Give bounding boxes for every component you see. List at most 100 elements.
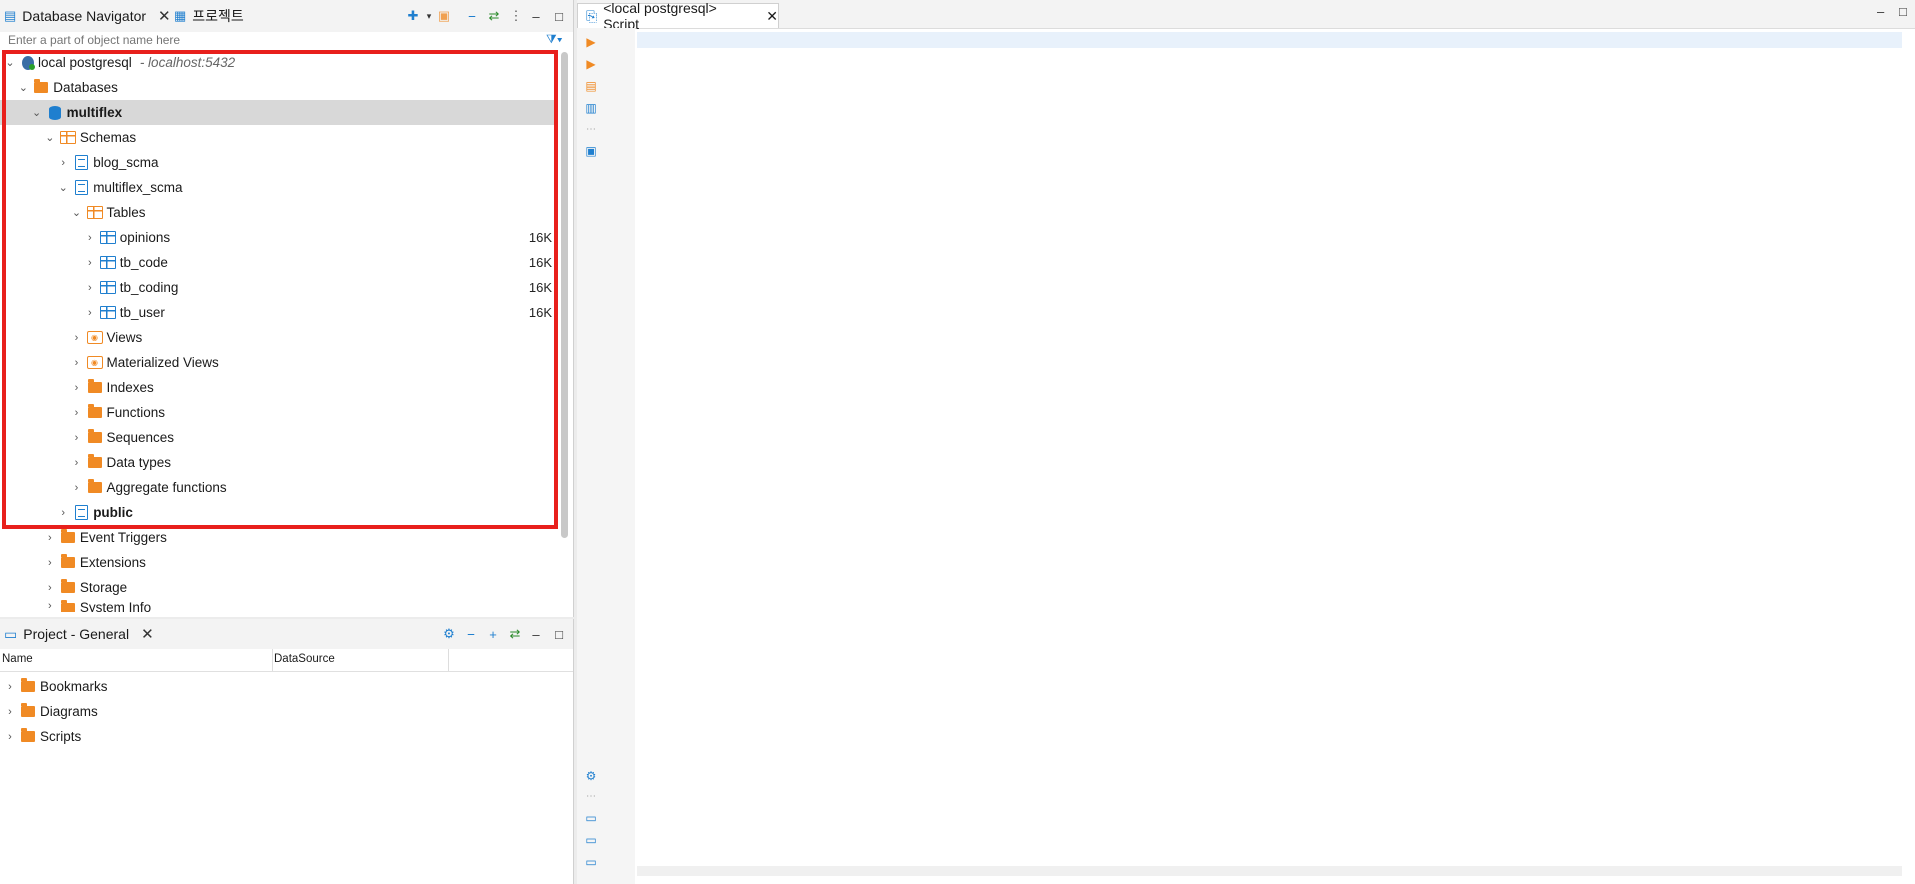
tree-row[interactable]: › Functions bbox=[0, 400, 558, 425]
chevron-right-icon[interactable]: › bbox=[44, 532, 56, 544]
link-editor-icon[interactable]: ⇄ bbox=[486, 8, 502, 24]
chevron-right-icon[interactable]: › bbox=[4, 706, 16, 718]
tree-row[interactable]: ⌄ multiflex bbox=[0, 100, 558, 125]
gear-icon[interactable]: ⚙ bbox=[584, 769, 598, 783]
expand-icon[interactable]: + bbox=[485, 626, 501, 642]
close-icon[interactable]: ✕ bbox=[141, 625, 154, 643]
chevron-right-icon[interactable]: › bbox=[4, 731, 16, 743]
tab-database-navigator[interactable]: ▤ Database Navigator ✕ bbox=[4, 0, 171, 32]
tree-row[interactable]: › public bbox=[0, 500, 558, 525]
tab-project-general[interactable]: ▭ Project - General ✕ bbox=[4, 619, 154, 649]
execute-in-new-tab-icon[interactable]: ▶ bbox=[584, 57, 598, 71]
minimize-icon[interactable]: – bbox=[528, 626, 544, 642]
editor-horizontal-scrollbar[interactable] bbox=[637, 866, 1902, 876]
chevron-right-icon[interactable]: › bbox=[44, 600, 56, 612]
project-item-bookmarks[interactable]: › Bookmarks bbox=[0, 674, 570, 699]
chevron-down-icon[interactable]: ⌄ bbox=[44, 131, 56, 144]
chevron-right-icon[interactable]: › bbox=[84, 307, 96, 319]
chevron-right-icon[interactable]: › bbox=[71, 432, 83, 444]
chevron-down-icon[interactable]: ▾ bbox=[421, 8, 437, 24]
chevron-down-icon[interactable]: ⌄ bbox=[71, 206, 83, 219]
chevron-right-icon[interactable]: › bbox=[71, 332, 83, 344]
tree-row[interactable]: › tb_code 16K bbox=[0, 250, 558, 275]
tree-row[interactable]: ⌄ Tables bbox=[0, 200, 558, 225]
column-name[interactable]: Name bbox=[2, 653, 33, 665]
tree-row[interactable]: › Storage bbox=[0, 575, 558, 600]
tree-row-label: Data types bbox=[106, 455, 172, 470]
collapse-icon[interactable]: ⎯ bbox=[463, 626, 479, 642]
chevron-right-icon[interactable]: › bbox=[4, 681, 16, 693]
chevron-right-icon[interactable]: › bbox=[44, 557, 56, 569]
chevron-down-icon[interactable]: ⌄ bbox=[57, 181, 69, 194]
sql-file-icon[interactable]: ▭ bbox=[584, 855, 598, 869]
more-icon[interactable]: ⋮ bbox=[508, 8, 524, 24]
tree-row[interactable]: › opinions 16K bbox=[0, 225, 558, 250]
chevron-right-icon[interactable]: › bbox=[44, 582, 56, 594]
tree-row[interactable]: › Event Triggers bbox=[0, 525, 558, 550]
chevron-right-icon[interactable]: › bbox=[84, 232, 96, 244]
chevron-right-icon[interactable]: › bbox=[71, 457, 83, 469]
execute-script-icon[interactable]: ▤ bbox=[584, 79, 598, 93]
maximize-icon[interactable]: □ bbox=[551, 8, 567, 24]
project-item-scripts[interactable]: › Scripts bbox=[0, 724, 570, 749]
close-icon[interactable]: ✕ bbox=[158, 7, 171, 25]
folder-icon bbox=[60, 554, 76, 571]
chevron-right-icon[interactable]: › bbox=[84, 257, 96, 269]
column-datasource[interactable]: DataSource bbox=[274, 653, 335, 665]
chevron-right-icon[interactable]: › bbox=[57, 507, 69, 519]
explain-plan-icon[interactable]: ▥ bbox=[584, 101, 598, 115]
chevron-down-icon[interactable]: ⌄ bbox=[31, 106, 43, 119]
minimize-icon[interactable]: – bbox=[1877, 4, 1884, 19]
tree-row-label: Functions bbox=[106, 405, 166, 420]
chevron-right-icon[interactable]: › bbox=[71, 482, 83, 494]
folder-icon bbox=[33, 79, 49, 96]
maximize-icon[interactable]: □ bbox=[551, 626, 567, 642]
more-icon[interactable]: ⋯ bbox=[584, 122, 598, 136]
chevron-right-icon[interactable]: › bbox=[84, 282, 96, 294]
navigator-filter-input[interactable] bbox=[8, 32, 528, 48]
export-icon[interactable]: ▭ bbox=[584, 811, 598, 825]
filter-icon[interactable]: ⧩▾ bbox=[546, 32, 563, 47]
tree-row[interactable]: › Aggregate functions bbox=[0, 475, 558, 500]
tree-row[interactable]: ⌄ Schemas bbox=[0, 125, 558, 150]
chevron-down-icon[interactable]: ⌄ bbox=[4, 56, 16, 69]
maximize-icon[interactable]: □ bbox=[1899, 4, 1907, 19]
tab-project[interactable]: ▦ 프로젝트 bbox=[174, 0, 244, 32]
tab-editor-script[interactable]: ⎘ <local postgresql> Script ✕ bbox=[577, 0, 779, 32]
table-size: 16K bbox=[528, 280, 552, 295]
tree-row[interactable]: ⌄ multiflex_scma bbox=[0, 175, 558, 200]
terminal-icon[interactable]: ▣ bbox=[584, 144, 598, 158]
execute-statement-icon[interactable]: ▶ bbox=[584, 35, 598, 49]
editor-current-line[interactable] bbox=[637, 32, 1902, 48]
gear-icon[interactable]: ⚙ bbox=[441, 626, 457, 642]
tree-row-connection[interactable]: ⌄ local postgresql - localhost:5432 bbox=[0, 50, 558, 75]
tree-row[interactable]: › tb_user 16K bbox=[0, 300, 558, 325]
more-icon[interactable]: ⋯ bbox=[584, 789, 598, 803]
tree-row[interactable]: › blog_scma bbox=[0, 150, 558, 175]
chevron-down-icon[interactable]: ⌄ bbox=[17, 81, 29, 94]
connection-host: - localhost:5432 bbox=[139, 55, 236, 70]
tree-row[interactable]: › Indexes bbox=[0, 375, 558, 400]
project-item-diagrams[interactable]: › Diagrams bbox=[0, 699, 570, 724]
new-folder-icon[interactable]: ▣ bbox=[436, 8, 452, 24]
close-icon[interactable]: ✕ bbox=[766, 8, 778, 25]
tree-row[interactable]: › Extensions bbox=[0, 550, 558, 575]
minimize-icon[interactable]: – bbox=[528, 8, 544, 24]
chevron-right-icon[interactable]: › bbox=[57, 157, 69, 169]
column-divider bbox=[272, 649, 273, 671]
tree-row[interactable]: › ◉ Views bbox=[0, 325, 558, 350]
tree-row[interactable]: › ◉ Materialized Views bbox=[0, 350, 558, 375]
collapse-all-icon[interactable]: ⎯ bbox=[464, 8, 480, 24]
tree-row[interactable]: ⌄ Databases bbox=[0, 75, 558, 100]
tree-row[interactable]: › System Info bbox=[0, 600, 558, 612]
new-connection-icon[interactable]: ✚ bbox=[405, 8, 421, 24]
chevron-right-icon[interactable]: › bbox=[71, 357, 83, 369]
chevron-right-icon[interactable]: › bbox=[71, 407, 83, 419]
error-file-icon[interactable]: ▭ bbox=[584, 833, 598, 847]
chevron-right-icon[interactable]: › bbox=[71, 382, 83, 394]
tree-row[interactable]: › Sequences bbox=[0, 425, 558, 450]
tree-row[interactable]: › Data types bbox=[0, 450, 558, 475]
navigator-scrollbar[interactable] bbox=[561, 52, 568, 538]
link-editor-icon[interactable]: ⇄ bbox=[507, 626, 523, 642]
tree-row[interactable]: › tb_coding 16K bbox=[0, 275, 558, 300]
